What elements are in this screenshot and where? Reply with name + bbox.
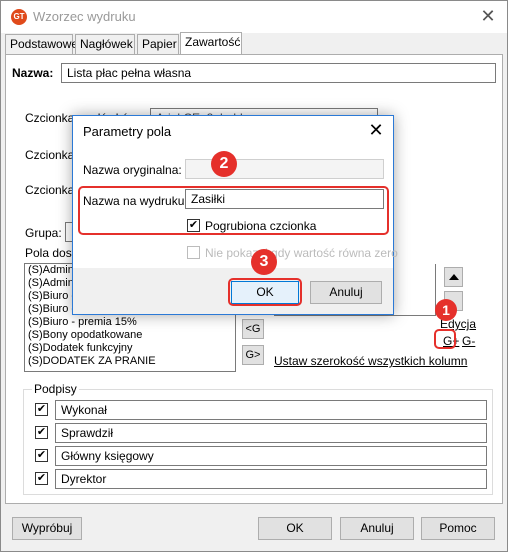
set-column-width-link[interactable]: Ustaw szerokość wszystkich kolumn <box>274 354 467 368</box>
preview-button[interactable]: Wypróbuj <box>12 517 82 540</box>
hide-zero-label: Nie pokazuj gdy wartość równa zero <box>205 246 398 260</box>
move-left-button[interactable]: <G <box>242 319 264 339</box>
signature-checkbox-2[interactable]: ✔ <box>35 426 48 439</box>
app-logo-icon: GT <box>11 9 27 25</box>
dialog-cancel-button[interactable]: Anuluj <box>310 281 382 304</box>
arrow-up-icon <box>448 274 459 280</box>
help-button[interactable]: Pomoc <box>421 517 495 540</box>
signatures-title: Podpisy <box>32 382 79 396</box>
highlight-print-name <box>78 186 389 235</box>
list-item[interactable]: (S)Biuro - premia 15% <box>25 316 235 329</box>
close-icon[interactable]: ✕ <box>477 5 499 27</box>
tab-zawartosc[interactable]: Zawartość <box>180 32 242 54</box>
tab-papier[interactable]: Papier <box>137 34 179 54</box>
window-title: Wzorzec wydruku <box>33 9 136 24</box>
name-field[interactable]: Lista płac pełna własna <box>61 63 496 83</box>
step-marker-3: 3 <box>251 249 277 275</box>
highlight-dialog-ok <box>228 278 302 306</box>
signature-checkbox-3[interactable]: ✔ <box>35 449 48 462</box>
ok-button[interactable]: OK <box>258 517 332 540</box>
dialog-title: Parametry pola <box>83 124 172 139</box>
list-item[interactable]: (S)DODATEK ZA PRANIE <box>25 355 235 368</box>
original-name-label: Nazwa oryginalna: <box>83 163 182 177</box>
signature-field-3[interactable]: Główny księgowy <box>55 446 487 466</box>
signature-field-1[interactable]: Wykonał <box>55 400 487 420</box>
highlight-g-plus <box>434 329 456 349</box>
list-item[interactable]: (S)Bony opodatkowane <box>25 329 235 342</box>
cancel-button[interactable]: Anuluj <box>340 517 414 540</box>
signature-checkbox-1[interactable]: ✔ <box>35 403 48 416</box>
signature-field-2[interactable]: Sprawdził <box>55 423 487 443</box>
signature-checkbox-4[interactable]: ✔ <box>35 472 48 485</box>
signature-field-4[interactable]: Dyrektor <box>55 469 487 489</box>
move-right-button[interactable]: G> <box>242 345 264 365</box>
g-minus-button[interactable]: G- <box>462 334 475 348</box>
step-marker-2: 2 <box>211 151 237 177</box>
hide-zero-checkbox <box>187 246 200 259</box>
title-bar: GT Wzorzec wydruku ✕ <box>1 1 507 33</box>
group-label: Grupa: <box>25 226 62 240</box>
tab-podstawowe[interactable]: Podstawowe <box>5 34 78 54</box>
list-item[interactable]: (S)Dodatek funkcyjny <box>25 342 235 355</box>
tab-naglowek[interactable]: Nagłówek <box>75 34 135 54</box>
signatures-group: Podpisy ✔ Wykonał ✔ Sprawdził ✔ Główny k… <box>23 382 493 495</box>
dialog-title-bar: Parametry pola ✕ <box>73 116 393 146</box>
move-up-button[interactable] <box>444 267 463 287</box>
step-marker-1: 1 <box>435 299 457 321</box>
name-label: Nazwa: <box>12 66 54 80</box>
dialog-close-icon[interactable]: ✕ <box>365 119 387 141</box>
